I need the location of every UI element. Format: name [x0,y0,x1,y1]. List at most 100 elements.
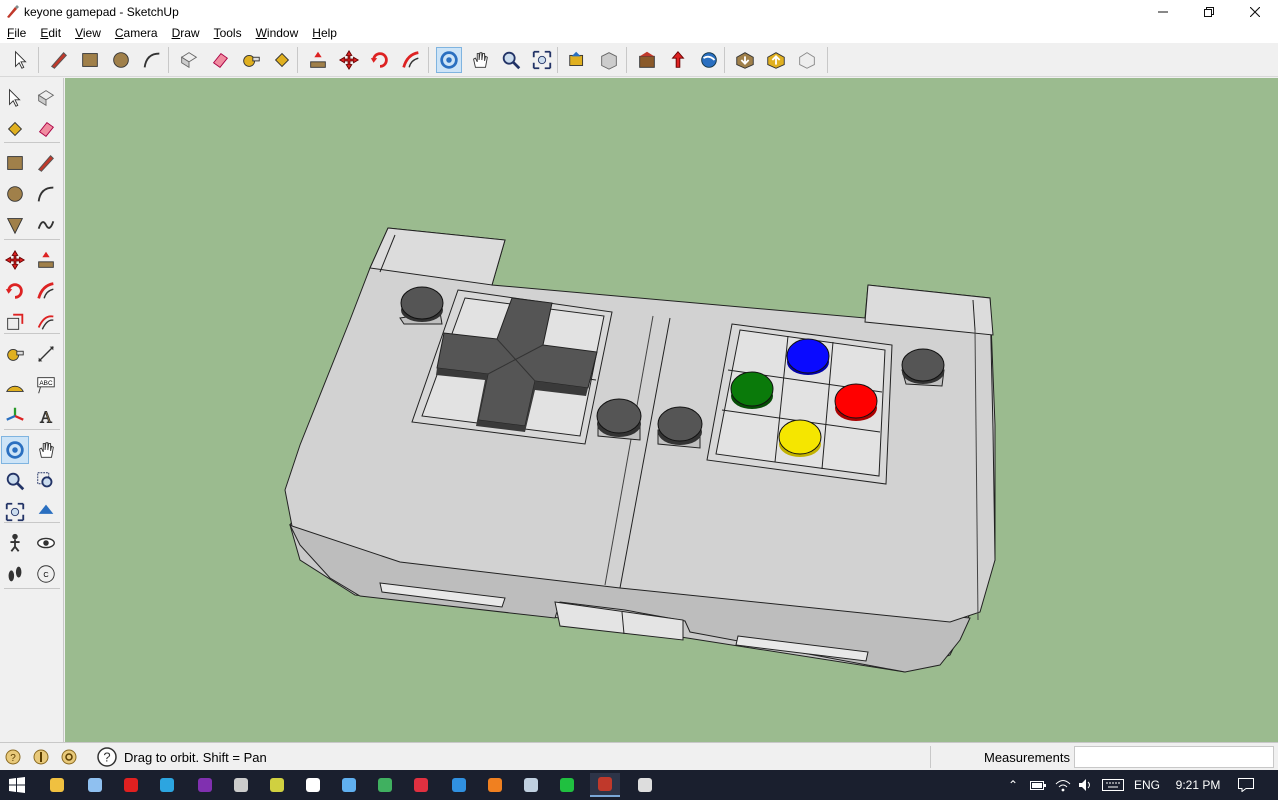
toolbar-previous-view-button[interactable] [565,47,591,73]
tool-pan-button[interactable] [32,436,60,464]
taskbar-telegram-button[interactable] [152,773,182,797]
tool-scale-button[interactable] [1,308,29,336]
taskbar-opera-button[interactable] [116,773,146,797]
restore-button[interactable] [1186,0,1232,23]
menu-edit[interactable]: Edit [33,26,68,40]
toolbar-select-button[interactable] [8,47,34,73]
toolbar-add-location-button[interactable] [665,47,691,73]
language-indicator[interactable]: ENG [1132,770,1162,800]
wifi-icon[interactable] [1053,770,1073,800]
instructor-help-icon[interactable]: ? [96,746,118,768]
drawing-viewport[interactable] [65,78,1278,742]
tool-text-button[interactable]: ABC [32,371,60,399]
geolocation-icon[interactable]: ? [4,748,22,766]
menu-file[interactable]: File [0,26,33,40]
toolbar-push-pull-button[interactable] [305,47,331,73]
tool-3d-text-button[interactable]: A [32,402,60,430]
button-start[interactable] [657,406,703,449]
button-y-blue[interactable] [786,338,830,375]
tool-protractor-button[interactable] [1,371,29,399]
gamepad-model[interactable] [65,78,1278,742]
tool-position-camera-button[interactable] [1,529,29,557]
taskbar-onenote-button[interactable] [190,773,220,797]
menu-window[interactable]: Window [249,26,306,40]
toolbar-extension-button[interactable] [794,47,820,73]
toolbar-rotate-button[interactable] [367,47,393,73]
button-select[interactable] [596,398,642,441]
user-icon[interactable] [60,748,78,766]
toolbar-circle-button[interactable] [108,47,134,73]
tool-freehand-button[interactable] [32,211,60,239]
minimize-button[interactable] [1140,0,1186,23]
toolbar-eraser-button[interactable] [207,47,233,73]
action-center-icon[interactable] [1236,770,1256,800]
toolbar-orbit-button[interactable] [436,47,462,73]
tool-tape-measure-button[interactable] [1,340,29,368]
taskbar-file-explorer-button[interactable] [42,773,72,797]
tool-select-button[interactable] [1,84,29,112]
toolbar-move-button[interactable] [336,47,362,73]
toolbar-zoom-extents-button[interactable] [529,47,555,73]
taskbar-chrome-button[interactable] [370,773,400,797]
taskbar-sketchup-button[interactable] [590,773,620,797]
taskbar-line-button[interactable] [552,773,582,797]
tool-orbit-button[interactable] [1,436,29,464]
toolbar-make-component-button[interactable] [176,47,202,73]
taskbar-game-button[interactable] [406,773,436,797]
tool-follow-me-button[interactable] [32,277,60,305]
tool-rotate-button[interactable] [1,277,29,305]
menu-help[interactable]: Help [305,26,344,40]
toolbar-next-view-button[interactable] [596,47,622,73]
taskbar-image-viewer-button[interactable] [334,773,364,797]
taskbar-store-button[interactable] [444,773,474,797]
toolbar-get-models-button[interactable] [732,47,758,73]
toolbar-3d-warehouse-button[interactable] [634,47,660,73]
tool-zoom-button[interactable] [1,467,29,495]
toolbar-rectangle-button[interactable] [77,47,103,73]
toolbar-pan-button[interactable] [467,47,493,73]
toolbar-zoom-button[interactable] [498,47,524,73]
tool-dimension-button[interactable] [32,340,60,368]
toolbar-geo-button[interactable] [696,47,722,73]
toolbar-arc-button[interactable] [139,47,165,73]
close-button[interactable] [1232,0,1278,23]
tool-offset-button[interactable] [32,308,60,336]
tool-polygon-button[interactable] [1,211,29,239]
taskbar-browser-button[interactable] [226,773,256,797]
tool-move-button[interactable] [1,246,29,274]
tool-walk-button[interactable] [1,560,29,588]
button-right-shoulder[interactable] [901,348,945,387]
volume-icon[interactable] [1076,770,1096,800]
tool-line-button[interactable] [32,149,60,177]
tool-push-pull-button[interactable] [32,246,60,274]
menu-tools[interactable]: Tools [207,26,249,40]
taskbar-camera-button[interactable] [298,773,328,797]
tool-make-component-button[interactable] [32,84,60,112]
tool-look-around-button[interactable] [32,529,60,557]
tool-section-plane-button[interactable]: C [32,560,60,588]
tool-arc-button[interactable] [32,180,60,208]
button-a-yellow[interactable] [778,419,822,457]
menu-view[interactable]: View [68,26,108,40]
menu-draw[interactable]: Draw [165,26,207,40]
taskbar-start-button[interactable] [2,773,32,797]
taskbar-notepad-button[interactable] [80,773,110,797]
toolbar-follow-me-button[interactable] [398,47,424,73]
credits-icon[interactable] [32,748,50,766]
show-hidden-icons-icon[interactable]: ⌃ [1005,770,1021,800]
measurements-input[interactable] [1074,746,1274,768]
keyboard-icon[interactable] [1100,770,1126,800]
taskbar-unknown-app-button[interactable] [262,773,292,797]
menu-camera[interactable]: Camera [108,26,165,40]
tool-eraser-button[interactable] [32,115,60,143]
tool-circle-button[interactable] [1,180,29,208]
toolbar-share-model-button[interactable] [763,47,789,73]
button-left-shoulder[interactable] [399,286,444,325]
button-x-green[interactable] [730,371,774,409]
tool-paint-bucket-button[interactable] [1,115,29,143]
tool-rectangle-button[interactable] [1,149,29,177]
toolbar-paint-bucket-button[interactable] [269,47,295,73]
toolbar-tape-measure-button[interactable] [238,47,264,73]
clock[interactable]: 9:21 PM [1170,770,1226,800]
tool-zoom-window-button[interactable] [32,467,60,495]
